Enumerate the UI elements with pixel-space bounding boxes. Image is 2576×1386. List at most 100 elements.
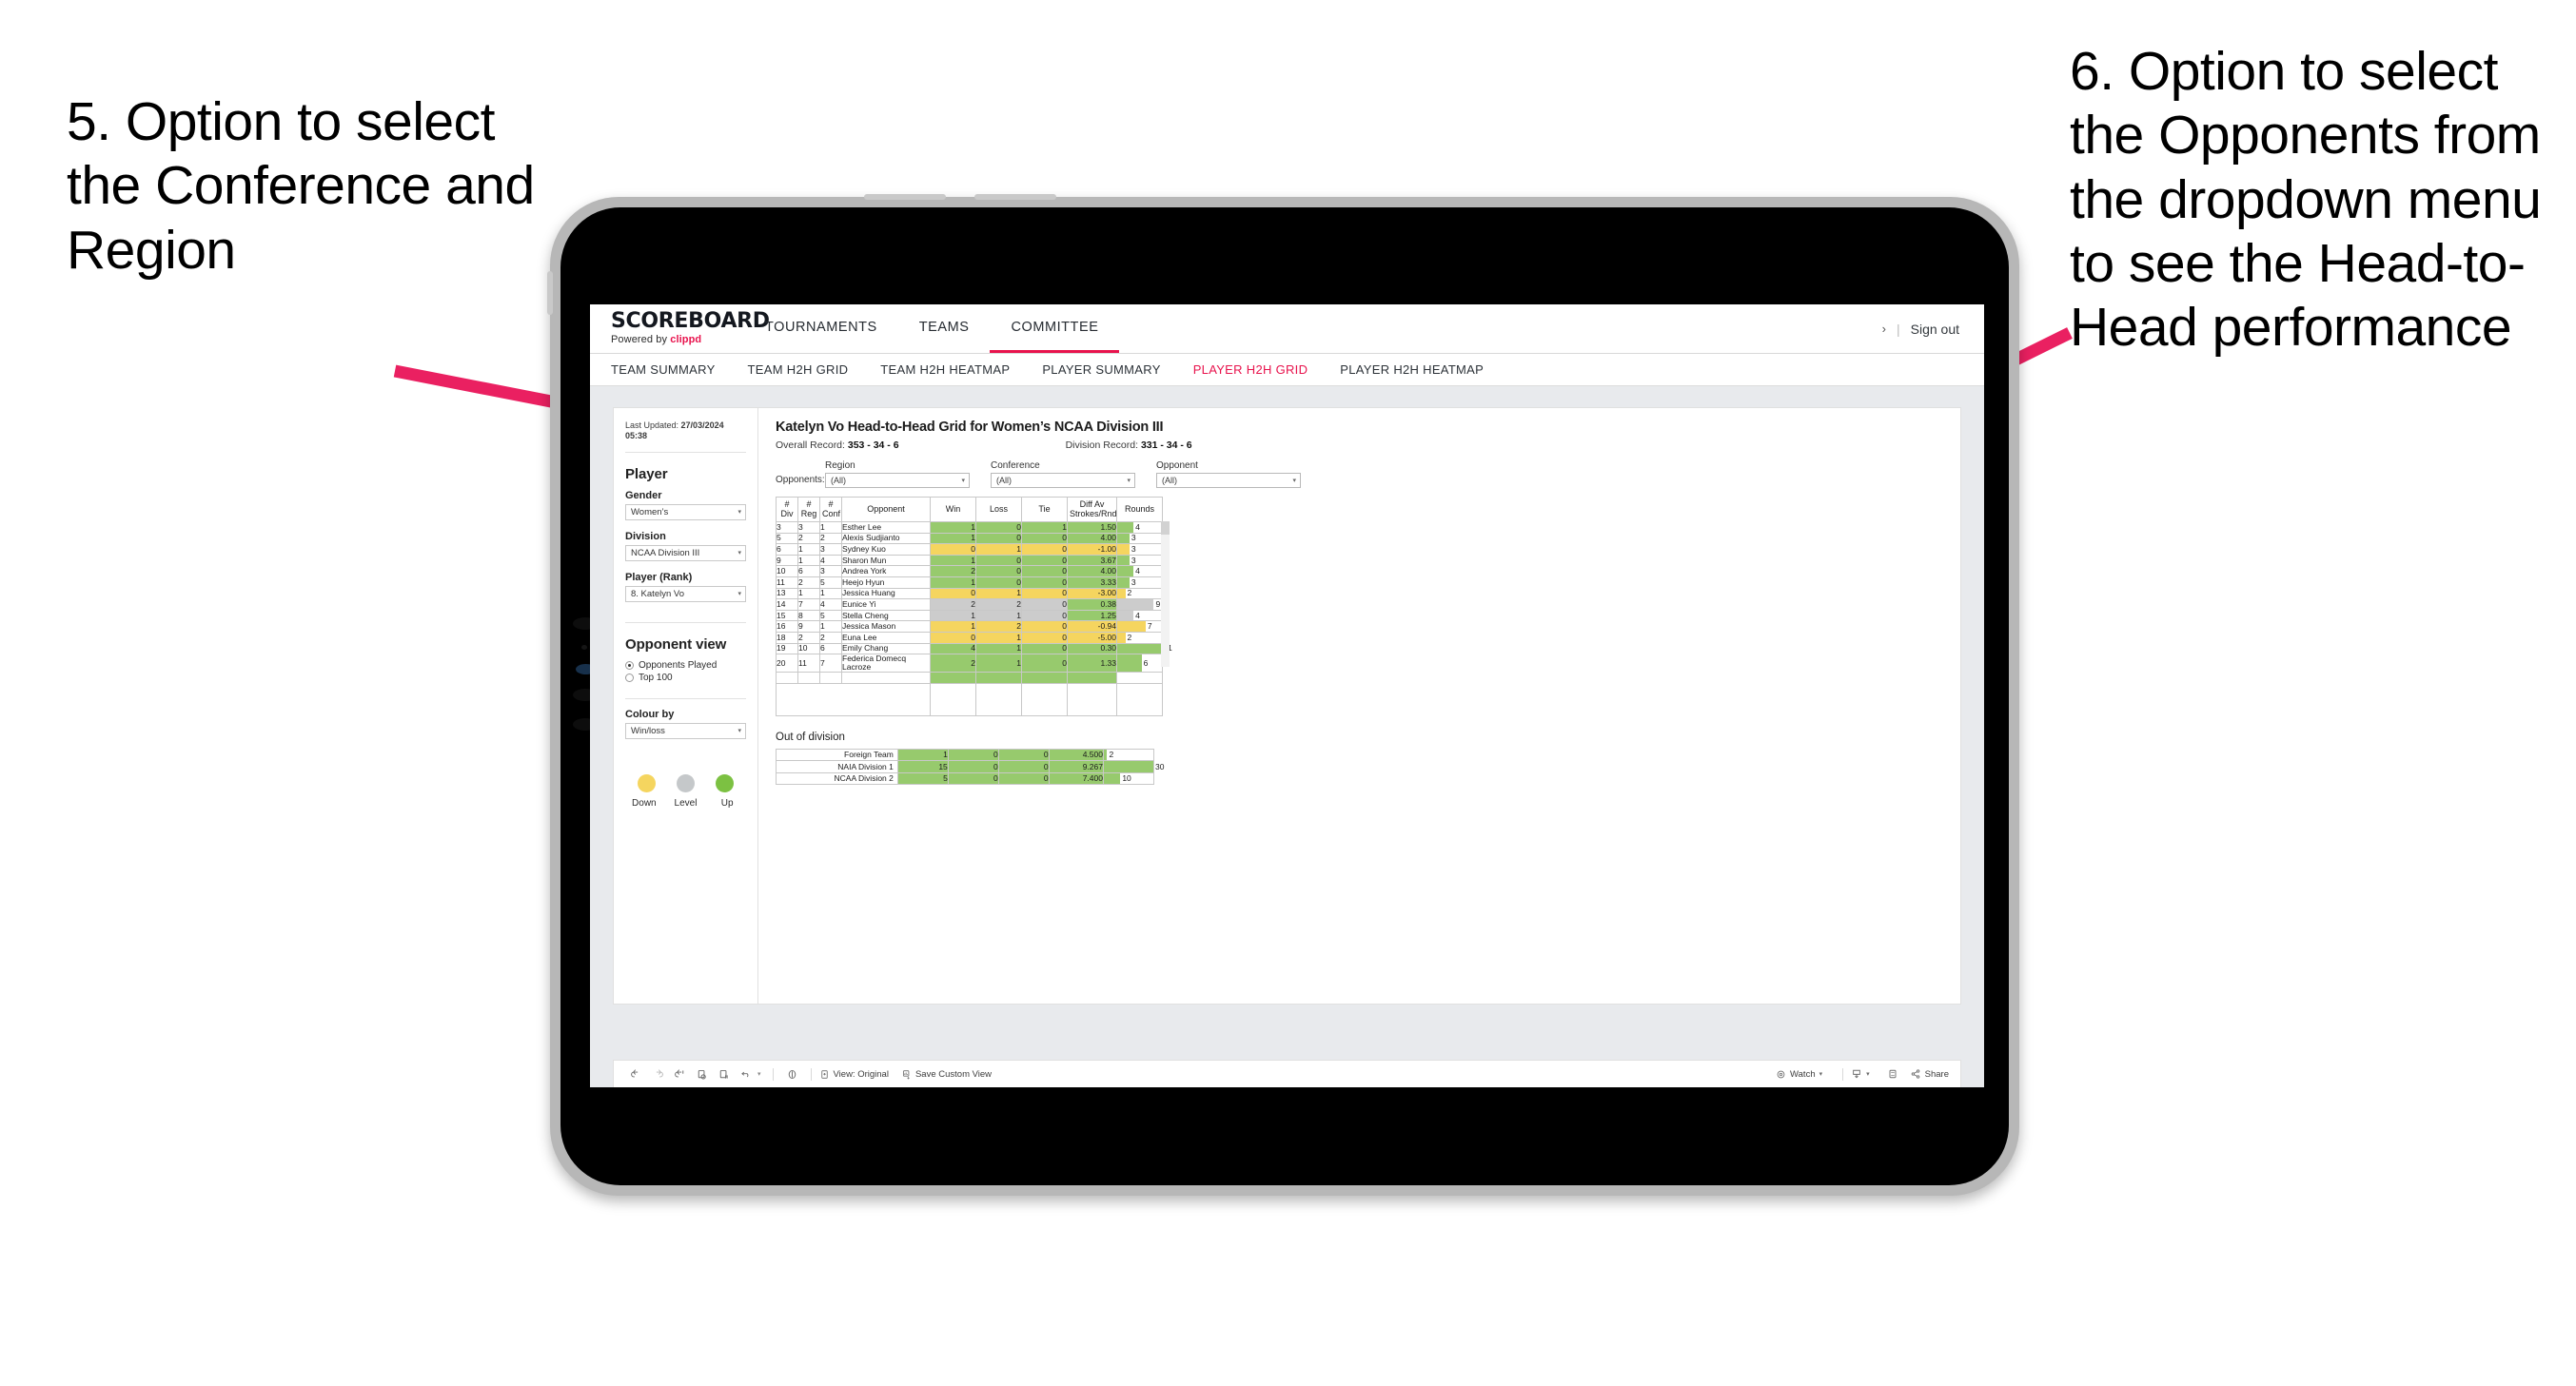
ood-diff: 9.267 <box>1048 760 1104 773</box>
filter-gender-select[interactable]: Women’s ▾ <box>625 503 746 520</box>
filter-colour-by-value: Win/loss <box>631 725 665 736</box>
sign-out-link[interactable]: Sign out <box>1911 322 1959 337</box>
watch-button[interactable]: Watch ▾ <box>1776 1069 1822 1080</box>
annotation-left-text: 5. Option to select the Conference and R… <box>67 91 535 281</box>
download-button[interactable]: ▾ <box>1851 1068 1870 1080</box>
save-custom-view-label: Save Custom View <box>914 1068 993 1080</box>
radio-opponents-played[interactable]: Opponents Played <box>614 660 757 673</box>
tablet-top-button-1 <box>864 194 946 200</box>
table-scrollbar-thumb[interactable] <box>1161 521 1170 535</box>
cell-diff: 0.30 <box>1067 642 1117 655</box>
cell-tie: 0 <box>1021 532 1068 545</box>
filter-colour-by-select[interactable]: Win/loss ▾ <box>625 722 746 739</box>
cell-win: 1 <box>930 554 976 567</box>
radio-top-100[interactable]: Top 100 <box>614 673 757 685</box>
cell-win: 1 <box>930 620 976 633</box>
brand-sub-name: clippd <box>670 334 702 345</box>
ood-rounds: 2 <box>1102 748 1155 762</box>
cell-div: 20 <box>776 654 798 673</box>
cell-diff: 4.00 <box>1067 532 1117 545</box>
subnav-team-h2h-heatmap[interactable]: TEAM H2H HEATMAP <box>880 362 1010 377</box>
out-of-division-row[interactable]: Foreign Team 1 0 0 4.500 2 <box>776 748 1155 762</box>
col-div: # Div <box>776 497 798 522</box>
cell-win: 1 <box>930 521 976 534</box>
pause-refresh-icon[interactable] <box>713 1068 735 1081</box>
table-row[interactable]: 11 2 5 Heejo Hyun 1 0 0 3.33 3 <box>776 576 1163 589</box>
table-row[interactable]: 10 6 3 Andrea York 2 0 0 4.00 4 <box>776 565 1163 577</box>
division-record-label: Division Record: <box>1065 439 1141 451</box>
table-row[interactable]: 9 1 4 Sharon Mun 1 0 0 3.67 3 <box>776 554 1163 567</box>
rounds-bar <box>1103 761 1153 772</box>
filter-division-select[interactable]: NCAA Division III ▾ <box>625 544 746 561</box>
rounds-value: 3 <box>1131 576 1136 587</box>
filter-region-select[interactable]: (All) ▾ <box>825 473 970 488</box>
filter-opponent-select[interactable]: (All) ▾ <box>1156 473 1301 488</box>
cell-loss: 1 <box>975 642 1022 655</box>
subnav-player-h2h-grid[interactable]: PLAYER H2H GRID <box>1193 362 1308 377</box>
subnav-team-h2h-grid[interactable]: TEAM H2H GRID <box>748 362 849 377</box>
nav-tournaments[interactable]: TOURNAMENTS <box>744 304 898 353</box>
filter-division-label: Division <box>625 530 666 542</box>
filter-division-value: NCAA Division III <box>631 547 700 558</box>
view-original-button[interactable]: View: Original <box>819 1069 889 1080</box>
nav-committee[interactable]: COMMITTEE <box>990 304 1120 353</box>
table-row[interactable]: 18 2 2 Euna Lee 0 1 0 -5.00 2 <box>776 631 1163 644</box>
table-header-row: # Div # Reg # Conf Opponent Win Loss Tie Di… <box>776 497 1163 522</box>
fullscreen-icon[interactable] <box>1882 1068 1904 1080</box>
cell-opponent: Heejo Hyun <box>841 576 931 589</box>
chevron-down-icon: ▾ <box>737 728 741 734</box>
last-updated-value: 27/03/2024 <box>680 420 724 430</box>
cell-diff: -3.00 <box>1067 587 1117 600</box>
table-row[interactable]: 20 11 7 Federica Domecq Lacroze 2 1 0 1.33 6 <box>776 654 1163 673</box>
cell-reg: 1 <box>797 554 820 567</box>
refresh-data-icon[interactable] <box>691 1068 713 1081</box>
undo-all-icon[interactable] <box>735 1068 757 1081</box>
cell-conf: 7 <box>819 654 842 673</box>
subnav-team-summary[interactable]: TEAM SUMMARY <box>611 362 716 377</box>
table-scrollbar[interactable] <box>1161 521 1170 667</box>
table-row[interactable]: 16 9 1 Jessica Mason 1 2 0 -0.94 7 <box>776 620 1163 633</box>
account-chevron-icon[interactable]: › <box>1882 322 1886 336</box>
ood-diff: 4.500 <box>1048 748 1104 762</box>
redo-icon[interactable] <box>647 1068 669 1081</box>
filter-conference-select[interactable]: (All) ▾ <box>991 473 1135 488</box>
undo-icon[interactable] <box>625 1068 647 1081</box>
watch-label: Watch <box>1790 1068 1816 1080</box>
cell-reg: 1 <box>797 587 820 600</box>
filters-sidebar: Last Updated: 27/03/2024 05:38 Player Ge… <box>613 407 757 1005</box>
table-row[interactable]: 14 7 4 Eunice Yi 2 2 0 0.38 9 <box>776 598 1163 611</box>
filter-opponent: Opponent (All) ▾ <box>1156 460 1301 488</box>
filter-conference-value: (All) <box>996 476 1012 485</box>
cell-loss: 0 <box>975 554 1022 567</box>
save-custom-view-button[interactable]: Save Custom View <box>901 1069 992 1080</box>
table-row[interactable]: 3 3 1 Esther Lee 1 0 1 1.50 4 <box>776 521 1163 534</box>
out-of-division-row[interactable]: NCAA Division 2 5 0 0 7.400 10 <box>776 771 1155 786</box>
table-row[interactable]: 13 1 1 Jessica Huang 0 1 0 -3.00 2 <box>776 587 1163 600</box>
rounds-value: 6 <box>1143 657 1149 668</box>
brand-logo[interactable]: SCOREBOARD Powered by clippd <box>590 304 770 353</box>
cell-tie: 0 <box>1021 554 1068 567</box>
tablet-top-button-2 <box>974 194 1056 200</box>
cell-reg: 10 <box>797 642 820 655</box>
chevron-down-icon[interactable]: ▾ <box>757 1070 761 1078</box>
subnav-player-summary[interactable]: PLAYER SUMMARY <box>1042 362 1160 377</box>
rounds-value: 2 <box>1127 588 1132 598</box>
filter-player-rank-select[interactable]: 8. Katelyn Vo ▾ <box>625 585 746 602</box>
pause-auto-update-icon[interactable] <box>781 1068 803 1081</box>
cell-tie: 0 <box>1021 576 1068 589</box>
table-row[interactable]: 5 2 2 Alexis Sudjianto 1 0 0 4.00 3 <box>776 532 1163 545</box>
ood-rounds: 30 <box>1102 760 1164 773</box>
cell-opponent: Federica Domecq Lacroze <box>841 654 931 673</box>
cell-div: 16 <box>776 620 798 633</box>
table-row[interactable]: 6 1 3 Sydney Kuo 0 1 0 -1.00 3 <box>776 543 1163 556</box>
out-of-division-row[interactable]: NAIA Division 1 15 0 0 9.267 30 <box>776 760 1164 773</box>
nav-teams[interactable]: TEAMS <box>898 304 991 353</box>
cell-tie: 0 <box>1021 654 1068 673</box>
rounds-bar <box>1117 533 1130 544</box>
share-button[interactable]: Share <box>1910 1068 1949 1080</box>
table-row[interactable]: 19106Emily Chang4100.3011 <box>776 642 1172 655</box>
subnav-player-h2h-heatmap[interactable]: PLAYER H2H HEATMAP <box>1340 362 1484 377</box>
revert-icon[interactable] <box>669 1068 691 1081</box>
table-row[interactable]: 15 8 5 Stella Cheng 1 1 0 1.25 4 <box>776 609 1163 622</box>
col-reg: # Reg <box>797 497 820 522</box>
